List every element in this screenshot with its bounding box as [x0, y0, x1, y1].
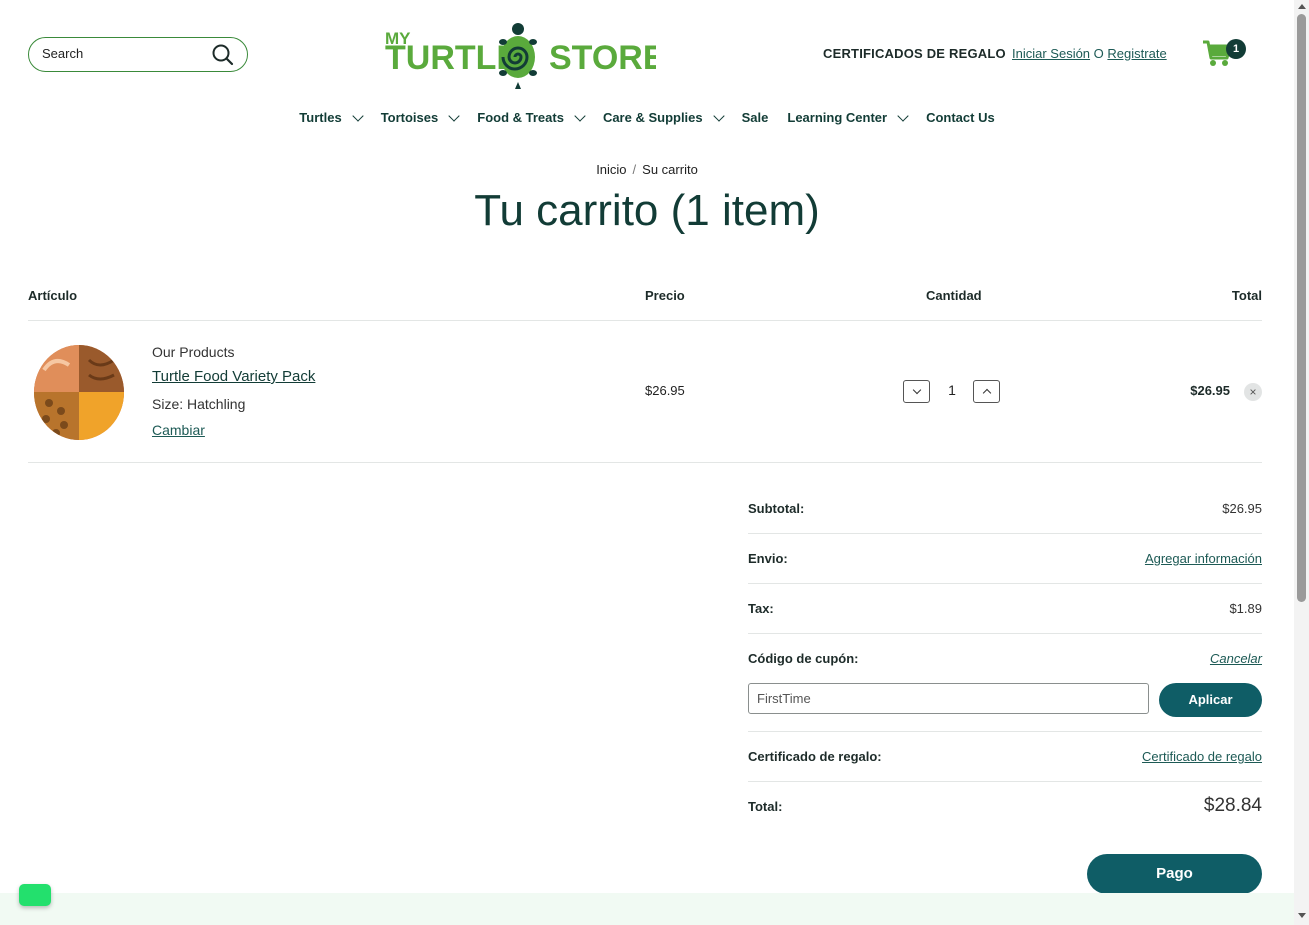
- or-text: O: [1093, 46, 1104, 61]
- account-links: Iniciar Sesión O Registrate: [1012, 46, 1167, 61]
- quantity-increase-button[interactable]: [973, 380, 1000, 403]
- divider: [28, 320, 1262, 321]
- breadcrumb-home[interactable]: Inicio: [596, 162, 626, 177]
- header-quantity: Cantidad: [926, 288, 982, 303]
- nav-label: Care & Supplies: [602, 110, 703, 125]
- breadcrumb-separator: /: [632, 162, 637, 177]
- page-title: Tu carrito (1 item): [474, 186, 820, 235]
- chevron-down-icon: [574, 109, 586, 122]
- logo-turtle-text: TURTLE: [385, 39, 519, 77]
- register-link[interactable]: Registrate: [1107, 46, 1166, 61]
- product-variant: Size: Hatchling: [152, 396, 246, 412]
- apply-coupon-button[interactable]: Aplicar: [1159, 683, 1262, 717]
- nav-learning-center[interactable]: Learning Center: [787, 109, 909, 125]
- chevron-down-icon: [897, 109, 909, 122]
- nav-label: Contact Us: [926, 110, 995, 125]
- chevron-down-icon: [712, 109, 725, 122]
- nav-label: Tortoises: [380, 110, 439, 125]
- header-price: Precio: [645, 288, 685, 303]
- breadcrumb-current: Su carrito: [642, 162, 698, 177]
- divider: [748, 583, 1262, 584]
- coupon-cancel-link[interactable]: Cancelar: [1210, 651, 1262, 666]
- scroll-up-arrow-icon[interactable]: [1298, 4, 1306, 9]
- chat-widget-button[interactable]: [19, 884, 51, 906]
- change-variant-link[interactable]: Cambiar: [152, 422, 205, 438]
- divider: [28, 462, 1262, 463]
- gift-certificate-label: Certificado de regalo:: [748, 749, 882, 764]
- nav-care-supplies[interactable]: Care & Supplies: [602, 109, 725, 125]
- divider: [748, 533, 1262, 534]
- header-total: Total: [1231, 288, 1262, 303]
- divider: [748, 633, 1262, 634]
- logo-turtle-icon: [499, 23, 537, 89]
- product-vendor: Our Products: [152, 344, 235, 360]
- search-icon[interactable]: [211, 43, 235, 72]
- nav-food-treats[interactable]: Food & Treats: [477, 109, 586, 125]
- nav-contact-us[interactable]: Contact Us: [926, 110, 995, 125]
- item-total: $26.95: [1190, 383, 1230, 398]
- search-box[interactable]: [28, 37, 248, 72]
- checkout-button[interactable]: Pago: [1087, 854, 1262, 894]
- divider: [748, 781, 1262, 782]
- nav-label: Food & Treats: [477, 110, 564, 125]
- scrollbar-thumb[interactable]: [1297, 14, 1306, 602]
- quantity-decrease-button[interactable]: [903, 380, 930, 403]
- item-price: $26.95: [645, 383, 685, 398]
- search-input[interactable]: [42, 46, 202, 61]
- nav-sale[interactable]: Sale: [742, 110, 769, 125]
- tax-label: Tax:: [748, 601, 774, 616]
- nav-label: Learning Center: [787, 110, 888, 125]
- subtotal-value: $26.95: [1222, 501, 1262, 516]
- total-label: Total:: [748, 799, 783, 814]
- nav-label: Turtles: [299, 110, 342, 125]
- chevron-down-icon: [352, 109, 364, 122]
- scroll-down-arrow-icon[interactable]: [1298, 913, 1306, 918]
- coupon-code-input[interactable]: [748, 683, 1149, 714]
- quantity-value: 1: [948, 382, 956, 398]
- divider: [748, 731, 1262, 732]
- breadcrumb: Inicio / Su carrito: [0, 162, 1294, 177]
- coupon-label: Código de cupón:: [748, 651, 859, 666]
- nav-label: Sale: [741, 110, 769, 125]
- cart-count-badge: 1: [1226, 39, 1246, 59]
- product-thumbnail[interactable]: [34, 345, 124, 440]
- tax-value: $1.89: [1229, 601, 1262, 616]
- shipping-label: Envio:: [748, 551, 788, 566]
- chevron-down-icon: [912, 385, 922, 395]
- gift-certificate-link[interactable]: Certificado de regalo: [1142, 749, 1262, 764]
- grand-total-value: $28.84: [1203, 795, 1262, 816]
- logo-store-text: STORE: [549, 39, 656, 77]
- subtotal-label: Subtotal:: [748, 501, 805, 516]
- cart-button[interactable]: 1: [1202, 36, 1250, 72]
- footer-band: [0, 893, 1294, 925]
- header-item: Artículo: [28, 288, 78, 303]
- product-name-link[interactable]: Turtle Food Variety Pack: [152, 368, 315, 385]
- login-link[interactable]: Iniciar Sesión: [1012, 46, 1090, 61]
- add-shipping-info-link[interactable]: Agregar información: [1145, 551, 1262, 566]
- chevron-down-icon: [448, 109, 460, 122]
- gift-certificates-link[interactable]: CERTIFICADOS DE REGALO: [823, 46, 1006, 61]
- chevron-up-icon: [982, 388, 992, 398]
- close-icon: ×: [1249, 385, 1257, 399]
- nav-turtles[interactable]: Turtles: [299, 109, 364, 125]
- main-nav: Turtles Tortoises Food & Treats Care & S…: [0, 109, 1294, 125]
- nav-tortoises[interactable]: Tortoises: [380, 109, 460, 125]
- store-logo[interactable]: MY TURTLE STORE: [384, 20, 666, 90]
- remove-item-button[interactable]: ×: [1244, 383, 1262, 401]
